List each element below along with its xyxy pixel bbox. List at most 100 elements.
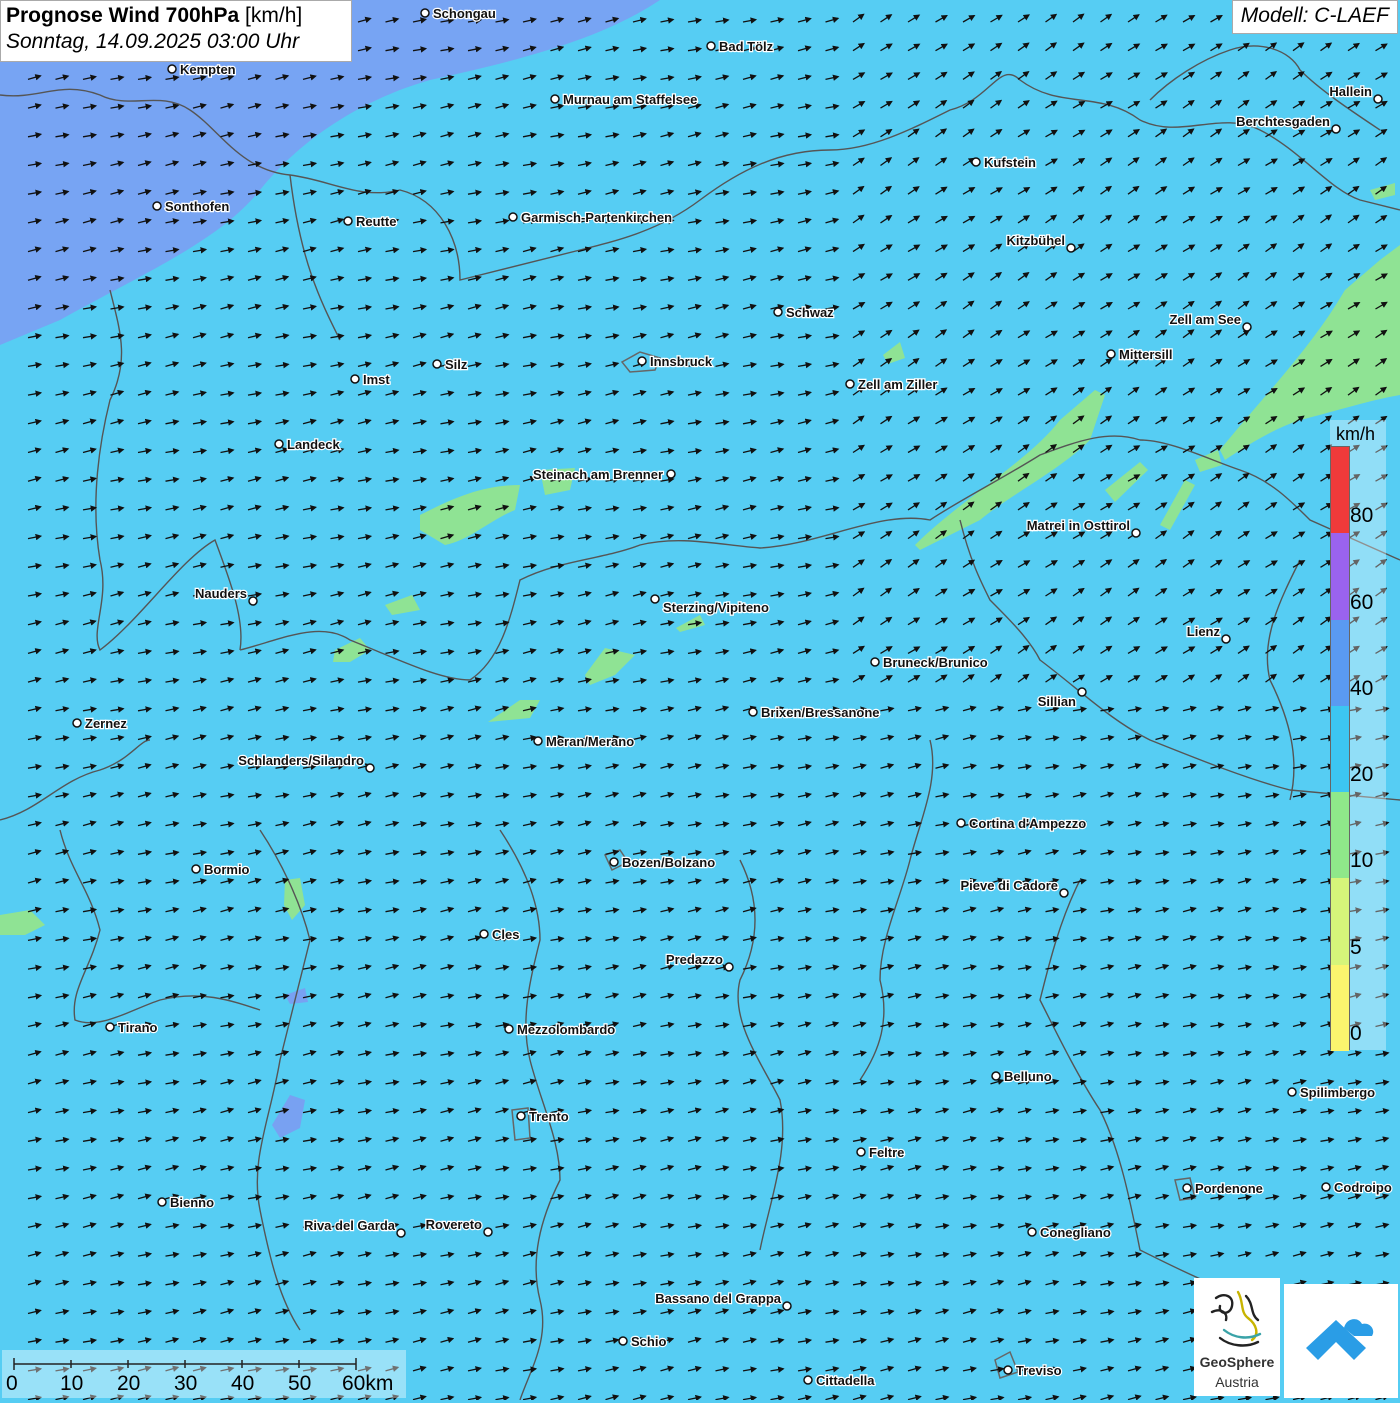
city-label: Sterzing/Vipiteno: [663, 600, 769, 615]
city-dot: [157, 1197, 167, 1207]
city-dot: [1242, 322, 1252, 332]
map-title-main: Prognose Wind 700hPa: [6, 4, 240, 27]
city-label: Treviso: [1016, 1363, 1062, 1378]
city-dot: [508, 212, 518, 222]
city-dot: [609, 857, 619, 867]
city-label: Sonthofen: [165, 199, 229, 214]
city-dot: [1221, 634, 1231, 644]
city-label: Murnau am Staffelsee: [563, 92, 697, 107]
legend-segment: [1331, 447, 1349, 534]
city-dot: [856, 1147, 866, 1157]
city-dot: [152, 201, 162, 211]
legend-segment: [1331, 533, 1349, 620]
city-label: Pieve di Cadore: [960, 878, 1058, 893]
city-dot: [706, 41, 716, 51]
city-dot: [1066, 243, 1076, 253]
city-label: Zell am See: [1169, 312, 1241, 327]
city-dot: [803, 1375, 813, 1385]
city-label: Mittersill: [1119, 347, 1172, 362]
city-label: Spilimbergo: [1300, 1085, 1375, 1100]
city-label: Kempten: [180, 62, 236, 77]
weather-app-cloud-icon: [1306, 1319, 1374, 1360]
city-dot: [618, 1336, 628, 1346]
city-dot: [72, 718, 82, 728]
legend-segment: [1331, 705, 1349, 793]
city-marker: Murnau am Staffelsee: [550, 91, 699, 108]
city-dot: [748, 707, 758, 717]
city-label: Innsbruck: [650, 354, 713, 369]
city-dot: [343, 216, 353, 226]
city-dot: [773, 307, 783, 317]
legend-segment: [1331, 619, 1349, 706]
city-dot: [845, 379, 855, 389]
city-dot: [396, 1228, 406, 1238]
city-label: Imst: [363, 372, 390, 387]
city-marker: Cortina d'Ampezzo: [956, 815, 1087, 832]
city-dot: [1003, 1365, 1013, 1375]
scale-bar: 0 10 20 30 40 50 60km: [2, 1350, 406, 1398]
scale-label-60: 60km: [342, 1372, 394, 1395]
legend-label: 60: [1350, 590, 1374, 614]
geosphere-swirl-icon: [1210, 1290, 1262, 1347]
city-marker: Meran/Merano: [533, 733, 635, 750]
city-dot: [516, 1111, 526, 1121]
city-label: Steinach am Brenner: [533, 467, 663, 482]
city-dot: [666, 469, 676, 479]
legend-label: 80: [1350, 504, 1374, 528]
city-dot: [191, 864, 201, 874]
city-label: Schio: [631, 1334, 666, 1349]
city-marker: Pordenone: [1182, 1180, 1264, 1197]
city-dot: [650, 594, 660, 604]
scale-label-0: 0: [6, 1372, 18, 1395]
city-dot: [248, 596, 258, 606]
city-label: Zernez: [85, 716, 127, 731]
city-label: Schlanders/Silandro: [238, 753, 364, 768]
city-dot: [991, 1071, 1001, 1081]
city-dot: [550, 94, 560, 104]
city-dot: [1059, 888, 1069, 898]
city-label: Silz: [445, 357, 468, 372]
city-dot: [1287, 1087, 1297, 1097]
legend-unit: km/h: [1336, 424, 1376, 444]
legend-color-bar: [1330, 446, 1350, 1051]
city-label: Bad Tölz: [719, 39, 774, 54]
geosphere-country: Austria: [1215, 1374, 1259, 1390]
city-label: Lienz: [1187, 624, 1221, 639]
color-legend: km/h 80 60 40 20 10 5 0: [1330, 420, 1386, 1051]
city-dot: [724, 962, 734, 972]
city-dot: [1373, 94, 1383, 104]
city-label: Bozen/Bolzano: [622, 855, 715, 870]
model-label: Modell: C-LAEF: [1231, 0, 1398, 34]
city-dot: [1027, 1227, 1037, 1237]
city-dot: [365, 763, 375, 773]
map-title-unit: [km/h]: [245, 4, 303, 27]
wind-map: Schongau Bad Tölz Kempten Murnau am Staffel…: [0, 0, 1400, 1400]
city-dot: [420, 8, 430, 18]
city-label: Kitzbühel: [1007, 233, 1066, 248]
city-dot: [870, 657, 880, 667]
city-dot: [1131, 528, 1141, 538]
city-dot: [637, 356, 647, 366]
legend-segment: [1331, 964, 1349, 1051]
city-label: Schwaz: [786, 305, 834, 320]
weather-app-logo[interactable]: [1284, 1284, 1398, 1398]
city-label: Kufstein: [984, 155, 1036, 170]
legend-segment: [1331, 878, 1349, 965]
city-label: Hallein: [1329, 84, 1372, 99]
city-dot: [1077, 687, 1087, 697]
geosphere-logo[interactable]: GeoSphere Austria: [1194, 1278, 1280, 1396]
city-dot: [274, 439, 284, 449]
city-marker: Steinach am Brenner: [532, 466, 676, 483]
city-marker: Mezzolombardo: [504, 1021, 616, 1038]
legend-label: 20: [1350, 763, 1374, 787]
city-label: Brixen/Bressanone: [761, 705, 880, 720]
city-dot: [105, 1022, 115, 1032]
city-label: Rovereto: [426, 1217, 482, 1232]
legend-segment: [1331, 792, 1349, 879]
city-marker: Spilimbergo: [1287, 1084, 1376, 1101]
city-label: Meran/Merano: [546, 734, 634, 749]
city-dot: [1321, 1182, 1331, 1192]
city-label: Zell am Ziller: [858, 377, 937, 392]
scale-label-10: 10: [60, 1372, 84, 1395]
city-dot: [971, 157, 981, 167]
